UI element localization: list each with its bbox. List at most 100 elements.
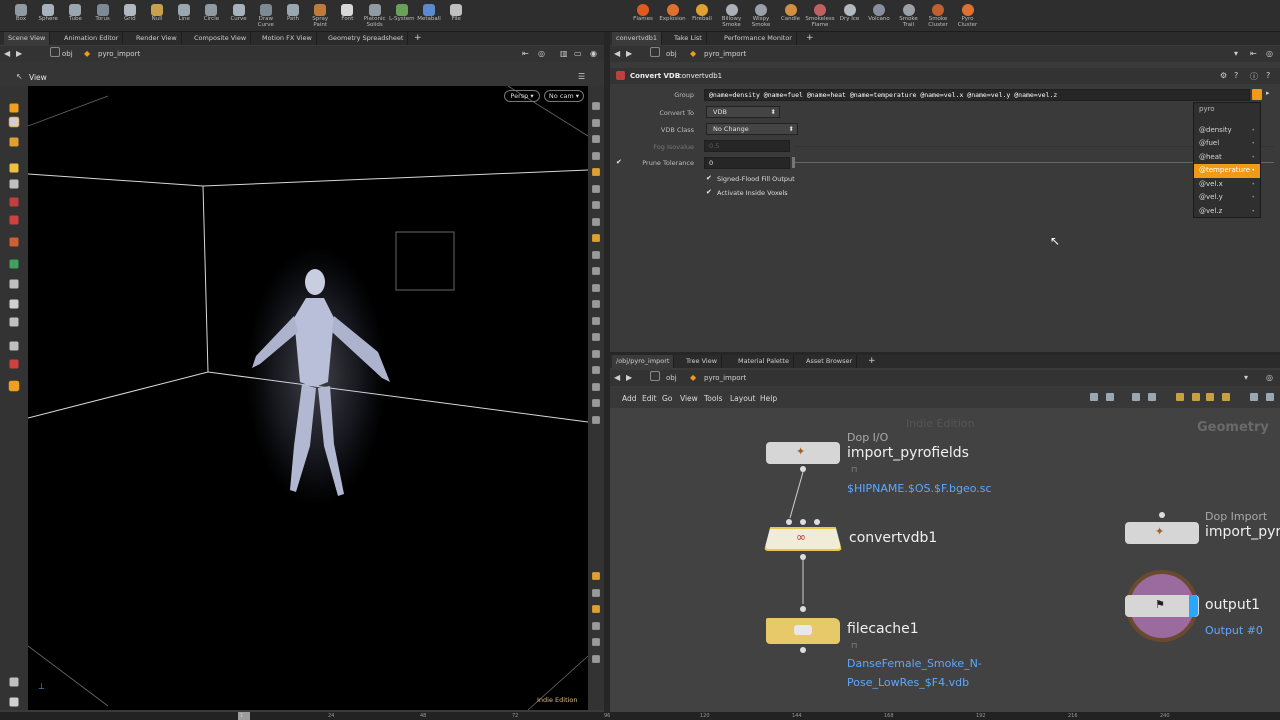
fog-isovalue-field[interactable]: 0.5 xyxy=(704,140,790,152)
signed-flood-checkbox[interactable]: ✔ xyxy=(706,175,713,182)
select-icon[interactable] xyxy=(8,116,20,128)
link-icon[interactable]: ◎ xyxy=(1266,49,1273,58)
popup-item-heat[interactable]: @heat • xyxy=(1194,151,1260,165)
shelf-tool-tube[interactable]: Tube xyxy=(60,4,90,30)
filecache-node-name[interactable]: filecache1 xyxy=(847,621,919,637)
path-context[interactable]: obj xyxy=(666,50,677,58)
activate-inside-checkbox[interactable]: ✔ xyxy=(706,189,713,196)
shelf-tool-circle[interactable]: Circle xyxy=(196,4,226,30)
shelf-tool-pyro-cluster[interactable]: Pyro Cluster xyxy=(953,4,983,30)
slider-handle[interactable] xyxy=(792,157,795,168)
record-icon[interactable] xyxy=(9,359,19,369)
camera-icon[interactable] xyxy=(9,279,19,289)
shelf-tool-smokeless-flame[interactable]: Smokeless Flame xyxy=(805,4,835,30)
popup-item-fuel[interactable]: @fuel • xyxy=(1194,137,1260,151)
node-name-field[interactable]: convertvdb1 xyxy=(678,72,722,80)
forward-arrow-icon[interactable]: ▶ xyxy=(626,49,632,58)
shelf-tool-smoke-cluster[interactable]: Smoke Cluster xyxy=(923,4,953,30)
path-node[interactable]: pyro_import xyxy=(98,50,140,58)
input-port[interactable] xyxy=(1159,512,1165,518)
info-icon[interactable]: ⓘ xyxy=(1250,71,1258,82)
back-arrow-icon[interactable]: ◀ xyxy=(614,373,620,382)
display-option-icon[interactable] xyxy=(592,605,600,613)
display-option-icon[interactable] xyxy=(592,168,600,176)
dropdown-arrow-icon[interactable]: ▾ xyxy=(1234,49,1238,58)
camera-menu-button[interactable]: Persp ▾ xyxy=(504,90,540,102)
display-option-icon[interactable] xyxy=(592,184,600,193)
display-option-icon[interactable] xyxy=(592,102,600,110)
shelf-tool-dry-ice[interactable]: Dry Ice xyxy=(835,4,865,30)
shelf-tool-platonic-solids[interactable]: Platonic Solids xyxy=(360,4,390,30)
light-gizmo[interactable] xyxy=(395,231,455,291)
tab-material-palette[interactable]: Material Palette xyxy=(734,355,794,368)
shelf-tool-font[interactable]: Font xyxy=(332,4,362,30)
pin-icon[interactable] xyxy=(9,237,19,247)
tab-render-view[interactable]: Render View xyxy=(132,32,182,45)
shelf-tool-wispy-smoke[interactable]: Wispy Smoke xyxy=(746,4,776,30)
handle-icon[interactable] xyxy=(9,137,19,147)
folder-icon[interactable] xyxy=(1222,393,1230,401)
arrow-icon[interactable] xyxy=(9,103,19,113)
output1-node[interactable]: ⚑ xyxy=(1125,595,1199,617)
shelf-tool-l-system[interactable]: L-System xyxy=(387,4,417,30)
menu-help[interactable]: Help xyxy=(760,394,777,403)
color-icon[interactable] xyxy=(1192,393,1200,401)
shelf-tool-torus[interactable]: Torus xyxy=(88,4,118,30)
display-option-icon[interactable] xyxy=(592,399,600,407)
filecache1-node[interactable] xyxy=(766,618,840,644)
display-option-icon[interactable] xyxy=(592,638,600,646)
shelf-tool-box[interactable]: Box xyxy=(6,4,36,30)
dop-import-node[interactable]: ✦ xyxy=(1125,522,1199,544)
tab-tree-view[interactable]: Tree View xyxy=(682,355,723,368)
popup-item-temperature[interactable]: @temperature • xyxy=(1194,164,1260,178)
pin-icon[interactable]: ⇤ xyxy=(522,49,529,58)
forward-arrow-icon[interactable]: ▶ xyxy=(16,49,22,58)
shelf-tool-file[interactable]: File xyxy=(441,4,471,30)
display-option-icon[interactable] xyxy=(592,135,600,143)
shelf-tool-grid[interactable]: Grid xyxy=(115,4,145,30)
lens-icon[interactable] xyxy=(9,299,19,309)
popup-item-vel-x[interactable]: @vel.x • xyxy=(1194,178,1260,192)
display-option-icon[interactable] xyxy=(592,234,600,242)
display-option-icon[interactable] xyxy=(592,201,600,209)
shelf-tool-fireball[interactable]: Fireball xyxy=(687,4,717,30)
back-arrow-icon[interactable]: ◀ xyxy=(4,49,10,58)
pose-icon[interactable] xyxy=(9,163,19,173)
display-options-icon[interactable]: ☰ xyxy=(578,72,585,81)
convert-node-name[interactable]: convertvdb1 xyxy=(849,530,937,546)
path-node[interactable]: pyro_import xyxy=(704,374,746,382)
paint-icon[interactable] xyxy=(9,197,19,207)
convertvdb1-node[interactable]: ∞ xyxy=(764,527,842,551)
tab-motion-fx-view[interactable]: Motion FX View xyxy=(258,32,317,45)
input-port[interactable] xyxy=(800,606,806,612)
output-node-name[interactable]: output1 xyxy=(1205,597,1260,613)
display-option-icon[interactable] xyxy=(592,621,600,630)
camera-select-button[interactable]: No cam ▾ xyxy=(544,90,584,102)
tab-asset-browser[interactable]: Asset Browser xyxy=(802,355,858,368)
back-arrow-icon[interactable]: ◀ xyxy=(614,49,620,58)
flag-icon[interactable] xyxy=(1176,393,1184,401)
add-tab-icon[interactable]: + xyxy=(806,32,814,45)
output-port[interactable] xyxy=(800,554,806,560)
display-option-icon[interactable] xyxy=(592,217,600,226)
view-icon[interactable] xyxy=(9,179,19,189)
menu-go[interactable]: Go xyxy=(662,394,672,403)
vdb-class-dropdown[interactable]: No Change ⬍ xyxy=(706,123,798,135)
shelf-tool-null[interactable]: Null xyxy=(142,4,172,30)
popup-item-density[interactable]: @density • xyxy=(1194,124,1260,138)
pin-icon[interactable]: ⇤ xyxy=(1250,49,1257,58)
display-option-icon[interactable] xyxy=(592,654,600,663)
shelf-tool-curve[interactable]: Curve xyxy=(224,4,254,30)
group-popup-menu[interactable]: pyro @density • @fuel • @heat • @temperature • @… xyxy=(1193,102,1261,218)
help-icon[interactable] xyxy=(9,697,19,707)
tab-composite-view[interactable]: Composite View xyxy=(190,32,252,45)
tab-obj-pyro-import[interactable]: /obj/pyro_import xyxy=(612,355,675,368)
shelf-tool-line[interactable]: Line xyxy=(169,4,199,30)
display-option-icon[interactable] xyxy=(592,283,600,292)
shelf-tool-smoke-trail[interactable]: Smoke Trail xyxy=(894,4,924,30)
display-option-icon[interactable] xyxy=(592,333,600,341)
display-option-icon[interactable] xyxy=(592,366,600,374)
path-context[interactable]: obj xyxy=(62,50,73,58)
tab-geometry-spreadsheet[interactable]: Geometry Spreadsheet xyxy=(324,32,409,45)
path-node[interactable]: pyro_import xyxy=(704,50,746,58)
